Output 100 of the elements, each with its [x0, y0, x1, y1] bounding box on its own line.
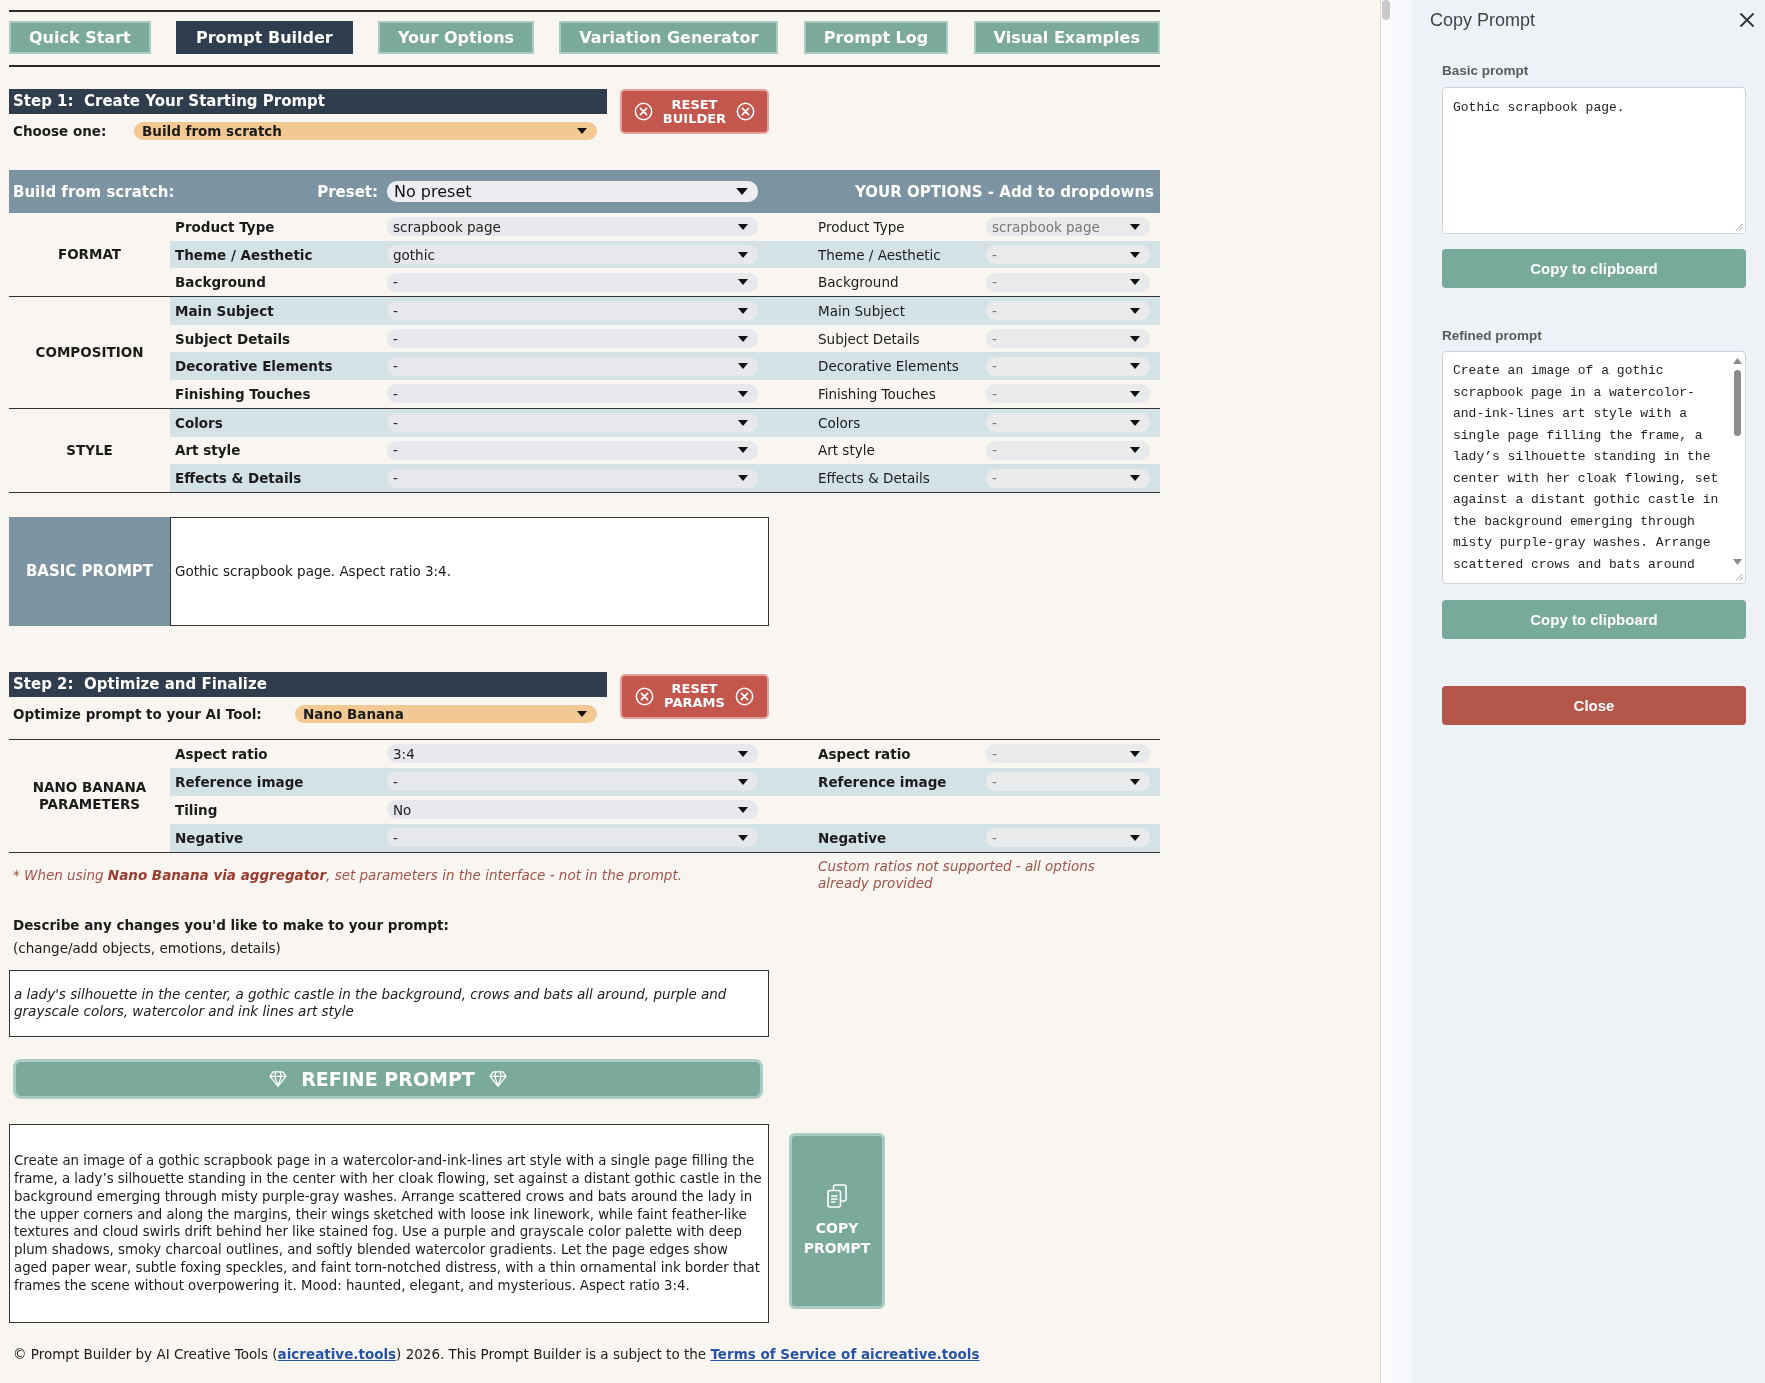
- basic-prompt-label: BASIC PROMPT: [9, 516, 170, 626]
- row-label: Finishing Touches: [175, 385, 311, 402]
- caret-icon: [738, 251, 748, 258]
- tab[interactable]: Prompt Log: [803, 21, 949, 54]
- dropdown[interactable]: -: [387, 468, 758, 488]
- row-label: Subject Details: [175, 330, 291, 347]
- close-icon[interactable]: [1739, 12, 1755, 28]
- dropdown[interactable]: scrapbook page: [986, 217, 1150, 237]
- group-label: FORMAT: [57, 246, 122, 264]
- diamond-icon: [269, 1070, 288, 1087]
- footer-link[interactable]: Terms of Service of aicreative.tools: [710, 1345, 980, 1362]
- dropdown[interactable]: -: [387, 440, 758, 460]
- refine-button[interactable]: REFINE PROMPT: [13, 1058, 763, 1099]
- caret-icon: [1130, 778, 1140, 785]
- option-label: Effects & Details: [818, 470, 930, 487]
- tab[interactable]: Your Options: [378, 21, 535, 54]
- dropdown[interactable]: -: [986, 413, 1150, 433]
- dropdown[interactable]: -: [387, 301, 758, 321]
- caret-icon: [738, 475, 748, 482]
- caret-icon: [577, 128, 587, 134]
- dropdown[interactable]: Build from scratch: [134, 122, 597, 140]
- resize-grip-icon[interactable]: [1733, 571, 1743, 581]
- scrollbar-thumb[interactable]: [1382, 0, 1390, 20]
- dropdown[interactable]: -: [986, 772, 1150, 792]
- scroll-down-icon[interactable]: [1732, 559, 1742, 565]
- options-title: YOUR OPTIONS - Add to dropdowns: [854, 182, 1154, 201]
- option-label: Theme / Aesthetic: [818, 246, 941, 263]
- dropdown[interactable]: -: [387, 828, 758, 848]
- dropdown[interactable]: -: [986, 356, 1150, 376]
- footer-text: © Prompt Builder by AI Creative Tools (aicreative.tools) 2026. This Prompt Builder is a subject to the Terms of Service of aicreative.tools: [13, 1344, 980, 1363]
- tab[interactable]: Prompt Builder: [176, 21, 353, 54]
- scrollbar-thumb[interactable]: [1733, 370, 1741, 436]
- prompt-textarea[interactable]: Create an image of a gothic scrapbook page in a watercolor-and-ink-lines art style with a single page filling the frame, a lady’s silhouette standing in the center with her cloak flowing, set against a distant gothic castle in the background emerging through misty purple-gray washes. Arrange scattered crows and bats around: [1442, 351, 1746, 584]
- caret-icon: [577, 710, 587, 717]
- preset-dropdown[interactable]: No preset: [387, 181, 758, 202]
- option-label: Main Subject: [818, 302, 905, 319]
- tab[interactable]: Visual Examples: [973, 21, 1160, 54]
- dropdown[interactable]: -: [986, 468, 1150, 488]
- option-label: Aspect ratio: [818, 745, 911, 762]
- caret-icon: [1130, 307, 1140, 314]
- reset-button[interactable]: RESET BUILDER: [620, 89, 769, 134]
- tab[interactable]: Variation Generator: [559, 21, 779, 54]
- row-label: Main Subject: [175, 302, 274, 319]
- footer-link[interactable]: aicreative.tools: [277, 1345, 397, 1362]
- dropdown[interactable]: 3:4: [387, 744, 758, 764]
- caret-icon: [1130, 390, 1140, 397]
- dropdown[interactable]: -: [986, 384, 1150, 404]
- dropdown[interactable]: No: [387, 800, 758, 820]
- caret-icon: [736, 188, 748, 195]
- caret-icon: [1130, 335, 1140, 342]
- field-label: Basic prompt: [1442, 63, 1529, 79]
- caret-icon: [738, 307, 748, 314]
- panel-title: Copy Prompt: [1430, 9, 1536, 31]
- dropdown[interactable]: -: [986, 440, 1150, 460]
- dropdown[interactable]: -: [986, 744, 1150, 764]
- dropdown[interactable]: -: [387, 772, 758, 792]
- caret-icon: [1130, 279, 1140, 286]
- dropdown[interactable]: -: [986, 245, 1150, 265]
- dropdown[interactable]: scrapbook page: [387, 217, 758, 237]
- close-button[interactable]: Close: [1442, 686, 1746, 725]
- table-title: Build from scratch:: [13, 182, 175, 201]
- dropdown[interactable]: -: [986, 329, 1150, 349]
- caret-icon: [738, 223, 748, 230]
- scroll-up-icon[interactable]: [1732, 358, 1742, 364]
- row-label: Theme / Aesthetic: [175, 246, 313, 263]
- caret-icon: [1130, 447, 1140, 454]
- dropdown[interactable]: -: [986, 301, 1150, 321]
- changes-title: Describe any changes you'd like to make to your prompt:: [13, 915, 449, 934]
- changes-input[interactable]: a lady's silhouette in the center, a gothic castle in the background, crows and bats all around, purple and grayscale colors, watercolor and ink lines art style: [9, 969, 769, 1037]
- field-label: Optimize prompt to your AI Tool:: [13, 705, 262, 722]
- dropdown[interactable]: -: [387, 272, 758, 292]
- tab[interactable]: Quick Start: [9, 21, 151, 54]
- dropdown[interactable]: -: [986, 272, 1150, 292]
- row-label: Tiling: [175, 801, 218, 818]
- dropdown[interactable]: -: [387, 356, 758, 376]
- option-label: Decorative Elements: [818, 358, 959, 375]
- dropdown[interactable]: -: [387, 329, 758, 349]
- row-label: Product Type: [175, 218, 275, 235]
- row-label: Reference image: [175, 773, 304, 790]
- dropdown[interactable]: -: [387, 384, 758, 404]
- reset-button[interactable]: RESET PARAMS: [620, 673, 769, 719]
- dropdown[interactable]: -: [387, 413, 758, 433]
- copy-button[interactable]: Copy to clipboard: [1442, 249, 1746, 288]
- caret-icon: [738, 363, 748, 370]
- step-header: Step 1: Create Your Starting Prompt: [9, 89, 607, 114]
- row-label: Effects & Details: [175, 470, 302, 487]
- caret-icon: [738, 750, 748, 757]
- prompt-textarea[interactable]: Gothic scrapbook page.: [1442, 87, 1746, 234]
- copy-prompt-button[interactable]: COPY PROMPT: [789, 1132, 885, 1309]
- resize-grip-icon[interactable]: [1733, 221, 1743, 231]
- copy-button[interactable]: Copy to clipboard: [1442, 600, 1746, 639]
- option-label: Negative: [818, 829, 887, 846]
- dropdown[interactable]: -: [986, 828, 1150, 848]
- x-circle-icon: [633, 102, 653, 121]
- row-label: Decorative Elements: [175, 358, 333, 375]
- field-label: Refined prompt: [1442, 328, 1542, 344]
- dropdown[interactable]: Nano Banana: [295, 704, 597, 723]
- dropdown[interactable]: gothic: [387, 245, 758, 265]
- caret-icon: [738, 279, 748, 286]
- x-circle-icon: [736, 102, 756, 121]
